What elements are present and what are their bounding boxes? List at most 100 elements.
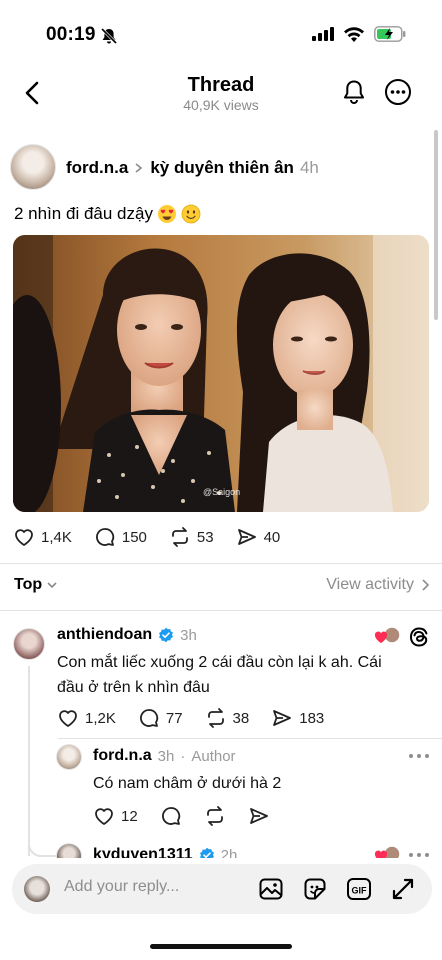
- reply-header: ford.n.a 3h · Author: [93, 747, 236, 765]
- sort-dropdown[interactable]: Top: [14, 576, 58, 594]
- comment-repost-count: 38: [232, 709, 250, 727]
- comment-text: Con mắt liếc xuống 2 cái đầu còn lại k a…: [57, 650, 427, 700]
- status-bar: 00:19: [0, 0, 442, 70]
- comment-count: 150: [121, 528, 147, 546]
- verified-badge-icon: [159, 627, 174, 643]
- comment-header: anthiendoan 3h: [57, 626, 197, 644]
- status-icons: [312, 26, 406, 42]
- share-button[interactable]: 40: [236, 526, 281, 548]
- post-photo[interactable]: @Saigon: [13, 235, 429, 512]
- divider: [0, 610, 442, 611]
- author-liked-indicator: [374, 626, 401, 646]
- reply-comment-button[interactable]: [160, 805, 182, 827]
- like-button[interactable]: 1,4K: [13, 526, 72, 548]
- scrollbar-thumb[interactable]: [434, 130, 438, 320]
- reply-like-button[interactable]: 12: [93, 805, 138, 827]
- comment-reply-button[interactable]: 77: [138, 707, 183, 729]
- svg-text:GIF: GIF: [352, 886, 368, 896]
- view-activity-label: View activity: [326, 576, 414, 593]
- gif-icon[interactable]: GIF: [346, 876, 372, 902]
- expand-icon[interactable]: [390, 876, 416, 902]
- chevron-right-icon: [135, 163, 143, 173]
- post-author-avatar[interactable]: [10, 144, 56, 190]
- wifi-icon: [344, 26, 364, 42]
- comment-bubble-icon: [161, 807, 180, 825]
- reply-actions: 12: [93, 805, 292, 827]
- reply-more-icon[interactable]: [408, 752, 430, 760]
- heart-eyes-emoji-icon: [157, 205, 176, 223]
- cellular-signal-icon: [312, 27, 334, 41]
- send-icon: [249, 808, 268, 824]
- reply-like-count: 12: [121, 807, 138, 825]
- repost-icon: [171, 527, 188, 547]
- repost-button[interactable]: 53: [169, 526, 214, 548]
- status-time: 00:19: [46, 24, 96, 45]
- comment-bubble-icon: [95, 528, 115, 546]
- heart-icon: [95, 808, 113, 825]
- chevron-down-icon: [47, 582, 57, 589]
- reply-to-username[interactable]: kỳ duyên thiên ân: [150, 158, 294, 178]
- comment-repost-button[interactable]: 38: [205, 707, 250, 729]
- threads-logo-icon[interactable]: [408, 626, 430, 648]
- thread-header: Thread 40,9K views: [0, 70, 442, 126]
- page-title: Thread: [187, 74, 255, 96]
- photo-watermark: @Saigon: [203, 487, 240, 497]
- reply-repost-button[interactable]: [204, 805, 226, 827]
- sort-row: Top View activity: [14, 576, 430, 600]
- notification-bell-icon[interactable]: [340, 78, 368, 106]
- comment-like-count: 1,2K: [85, 709, 116, 727]
- post-username[interactable]: ford.n.a: [66, 158, 128, 178]
- sticker-icon[interactable]: [302, 876, 328, 902]
- comment-actions: 1,2K 77 38 183: [57, 707, 346, 729]
- smile-emoji-icon: [181, 204, 201, 224]
- comment-time: 3h: [180, 626, 197, 644]
- reply-author-avatar[interactable]: [56, 744, 82, 770]
- chevron-right-icon: [422, 579, 430, 591]
- reply-text: Có nam châm ở dưới hà 2: [93, 775, 282, 792]
- image-gallery-icon[interactable]: [258, 876, 284, 902]
- reply-separator: ·: [180, 747, 186, 765]
- divider: [0, 563, 442, 564]
- post-actions: 1,4K 150 53 40: [13, 526, 302, 548]
- send-icon: [273, 710, 292, 726]
- author-tag: Author: [191, 747, 236, 765]
- comment-text-line: Con mắt liếc xuống 2 cái đầu còn lại k a…: [57, 654, 382, 671]
- like-count: 1,4K: [41, 528, 72, 546]
- home-indicator[interactable]: [150, 944, 292, 949]
- sort-label: Top: [14, 576, 43, 593]
- photo-illustration: @Saigon: [13, 235, 429, 512]
- reply-input[interactable]: Add your reply...: [64, 878, 179, 896]
- reply-time: 3h: [157, 747, 175, 765]
- comment-share-count: 183: [299, 709, 325, 727]
- post-header: ford.n.a kỳ duyên thiên ân 4h: [66, 158, 319, 178]
- repost-count: 53: [196, 528, 214, 546]
- bell-muted-icon: [100, 27, 118, 45]
- thread-line: [28, 666, 30, 856]
- comment-reply-count: 77: [165, 709, 183, 727]
- divider: [58, 738, 442, 739]
- post-body: 2 nhìn đi đâu dzậy: [14, 204, 153, 223]
- reply-composer[interactable]: Add your reply... GIF: [12, 864, 432, 914]
- reply-username[interactable]: ford.n.a: [93, 747, 152, 765]
- view-count: 40,9K views: [183, 97, 259, 113]
- comment-text-line: đầu ở trên k nhìn đâu: [57, 679, 210, 696]
- comment-like-button[interactable]: 1,2K: [57, 707, 116, 729]
- comment-button[interactable]: 150: [94, 526, 147, 548]
- share-count: 40: [263, 528, 281, 546]
- current-user-avatar: [24, 876, 50, 902]
- post-text: 2 nhìn đi đâu dzậy: [14, 204, 201, 224]
- comment-bubble-icon: [139, 709, 159, 727]
- more-options-icon[interactable]: [384, 78, 412, 106]
- repost-icon: [207, 708, 224, 728]
- view-activity-link[interactable]: View activity: [326, 576, 430, 594]
- send-icon: [237, 529, 256, 545]
- heart-icon: [15, 529, 33, 546]
- reply-share-button[interactable]: [248, 805, 270, 827]
- post-time: 4h: [299, 158, 319, 177]
- commenter-avatar[interactable]: [13, 628, 45, 660]
- repost-icon: [206, 806, 223, 826]
- comment-share-button[interactable]: 183: [271, 707, 324, 729]
- heart-icon: [59, 710, 77, 727]
- comment-username[interactable]: anthiendoan: [57, 626, 152, 644]
- liked-by-author-icon: [374, 626, 401, 644]
